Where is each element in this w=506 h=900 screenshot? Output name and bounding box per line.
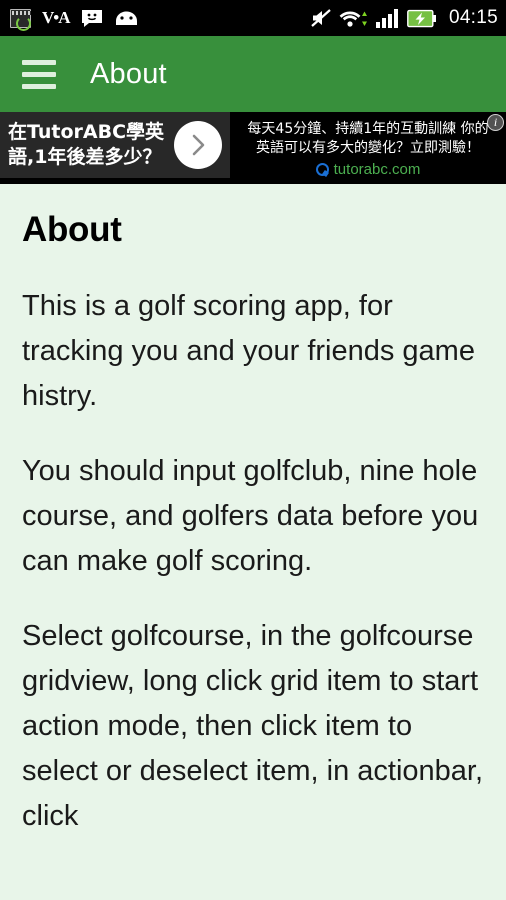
status-bar-notification-icons: V•A xyxy=(10,8,139,31)
hamburger-bar-1 xyxy=(22,59,56,65)
status-bar-system-icons: 04:15 xyxy=(310,7,498,29)
hamburger-bar-3 xyxy=(22,83,56,89)
screenshot-app-icon xyxy=(10,8,31,31)
about-paragraph-1: This is a golf scoring app, for tracking… xyxy=(22,290,475,412)
tutorabc-logo-icon xyxy=(315,163,329,176)
ad-body-line-2: 英語可以有多大的變化？立即測驗！ xyxy=(256,140,480,156)
ad-headline-line-2: 語,1年後差多少？ xyxy=(8,146,162,168)
about-paragraph-3: Select golfcourse, in the golfcourse gri… xyxy=(22,620,484,832)
action-bar-title: About xyxy=(90,57,167,90)
ad-banner[interactable]: 在TutorABC學英 語,1年後差多少？ 每天45分鐘、持續1年的互動訓練 你… xyxy=(0,112,506,184)
action-bar: About xyxy=(0,36,506,112)
status-bar: V•A 04:15 xyxy=(0,0,506,36)
hamburger-menu-icon[interactable] xyxy=(22,56,58,92)
signal-bars-icon xyxy=(375,8,400,28)
about-paragraph-2: You should input golfclub, nine hole cou… xyxy=(22,455,479,577)
wifi-icon xyxy=(339,9,369,28)
ad-url-row[interactable]: tutorabc.com xyxy=(315,161,421,178)
ad-next-arrow-button[interactable] xyxy=(174,121,222,169)
silent-mode-icon xyxy=(310,8,332,28)
ad-headline: 在TutorABC學英 語,1年後差多少？ xyxy=(0,120,176,170)
battery-charging-icon xyxy=(407,9,437,28)
voa-news-icon: V•A xyxy=(42,8,70,27)
page-title: About xyxy=(22,210,122,249)
about-content: About This is a golf scoring app, for tr… xyxy=(0,184,506,900)
chevron-right-icon xyxy=(192,134,205,156)
ad-url-link[interactable]: tutorabc.com xyxy=(334,161,421,178)
ad-info-icon[interactable]: i xyxy=(487,114,504,131)
messaging-icon xyxy=(81,9,103,28)
status-bar-clock: 04:15 xyxy=(448,7,498,28)
ad-headline-line-1: 在TutorABC學英 xyxy=(8,121,165,143)
ad-body-line-1: 每天45分鐘、持續1年的互動訓練 你的 xyxy=(247,121,489,137)
android-system-icon xyxy=(114,10,139,27)
ad-left-panel[interactable]: 在TutorABC學英 語,1年後差多少？ xyxy=(0,112,230,178)
ad-right-panel[interactable]: 每天45分鐘、持續1年的互動訓練 你的 英語可以有多大的變化？立即測驗！ tut… xyxy=(230,112,506,184)
hamburger-bar-2 xyxy=(22,71,56,77)
